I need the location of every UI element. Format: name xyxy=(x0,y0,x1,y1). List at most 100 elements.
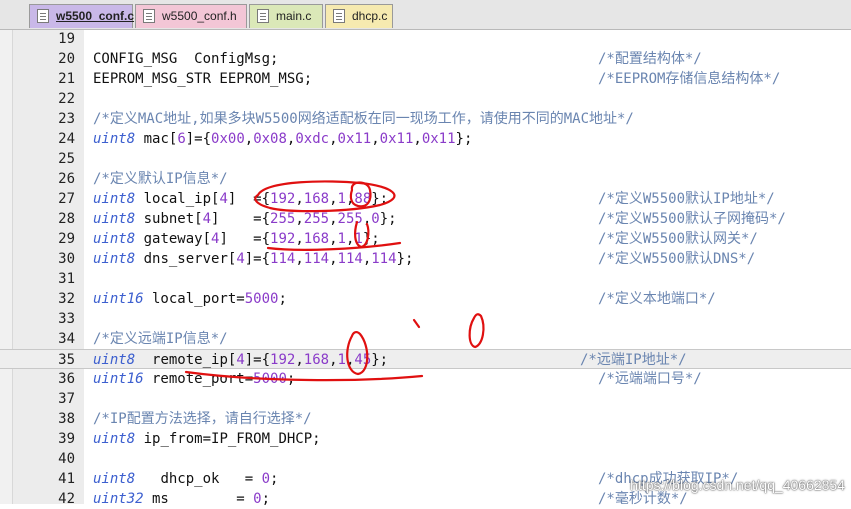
keyword: uint8 xyxy=(93,131,136,147)
tab-main-c[interactable]: main.c xyxy=(249,4,323,28)
line-number: 38 xyxy=(58,411,75,427)
identifier: ; xyxy=(278,291,287,307)
code-line[interactable]: 27 uint8 local_ip[4] ={192,168,1,88};/*定义… xyxy=(0,189,851,209)
watermark: https://blog.csdn.net/qq_40662854 xyxy=(630,477,845,493)
line-number: 22 xyxy=(58,91,75,107)
line-number: 42 xyxy=(58,491,75,507)
number-literal: 114 xyxy=(303,251,330,267)
trailing-comment: /*定义W5500默认IP地址*/ xyxy=(598,191,775,207)
comment: /*IP配置方法选择，请自行选择*/ xyxy=(93,411,312,427)
identifier: remote_port= xyxy=(143,371,254,387)
line-number: 31 xyxy=(58,271,75,287)
code-line[interactable]: 40 xyxy=(0,449,851,469)
trailing-comment: /*定义W5500默认DNS*/ xyxy=(598,251,756,267)
comment: /*定义默认IP信息*/ xyxy=(93,171,228,187)
number-literal: 88 xyxy=(354,191,372,207)
number-literal: 168 xyxy=(303,352,330,368)
code-line[interactable]: 22 xyxy=(0,89,851,109)
code-line[interactable]: 21 EEPROM_MSG_STR EEPROM_MSG; /*EEPROM存储信息… xyxy=(0,69,851,89)
identifier: }; xyxy=(455,131,473,147)
identifier: ; xyxy=(261,491,271,507)
identifier: remote_ip[ xyxy=(135,352,237,368)
tab-label: w5500_conf.h xyxy=(162,9,237,23)
code-text: uint8 remote_ip[4]={192,168,1,45}; xyxy=(93,350,388,370)
identifier: , xyxy=(295,211,304,227)
code-line[interactable]: 36 uint16 remote_port=5000; /*远端端口号*/ xyxy=(0,369,851,389)
line-number: 30 xyxy=(58,251,75,267)
line-number: 25 xyxy=(58,151,75,167)
number-literal: 0 xyxy=(253,491,262,507)
tab-dhcp-c[interactable]: dhcp.c xyxy=(325,4,393,28)
tab-label: main.c xyxy=(276,9,312,23)
identifier: ; xyxy=(286,371,296,387)
number-literal: 192 xyxy=(270,191,296,207)
tab-w5500-conf-h[interactable]: w5500_conf.h xyxy=(135,4,247,28)
identifier: , xyxy=(244,131,254,147)
keyword: uint8 xyxy=(93,231,136,247)
identifier: , xyxy=(295,191,304,207)
number-literal: 1 xyxy=(354,231,363,247)
number-literal: 0xdc xyxy=(295,131,330,147)
line-number: 29 xyxy=(58,231,75,247)
line-number: 23 xyxy=(58,111,75,127)
identifier: ]={ xyxy=(244,251,271,267)
identifier: dns_server[ xyxy=(135,251,237,267)
identifier: ] ={ xyxy=(219,231,271,247)
tab-w5500-conf-c[interactable]: w5500_conf.c xyxy=(29,4,135,28)
number-literal: 4 xyxy=(202,211,212,227)
identifier: , xyxy=(295,352,304,368)
trailing-comment: /*EEPROM存储信息结构体*/ xyxy=(598,71,781,87)
code-line[interactable]: 35 uint8 remote_ip[4]={192,168,1,45};/*远端… xyxy=(0,349,851,369)
file-icon xyxy=(143,9,155,23)
code-line[interactable]: 19 xyxy=(0,29,851,49)
code-line[interactable]: 32 uint16 local_port=5000; /*定义本地端口*/ xyxy=(0,289,851,309)
number-literal: 1 xyxy=(337,191,346,207)
number-literal: 1 xyxy=(337,352,346,368)
identifier: dhcp_ok = xyxy=(135,471,262,487)
identifier: , xyxy=(295,231,304,247)
line-number: 19 xyxy=(58,31,75,47)
code-line[interactable]: 20 CONFIG_MSG ConfigMsg; /*配置结构体*/ xyxy=(0,49,851,69)
number-literal: 168 xyxy=(303,231,330,247)
tab-label: w5500_conf.c xyxy=(56,9,135,23)
code-text: /*定义MAC地址,如果多块W5500网络适配板在同一现场工作，请使用不同的MA… xyxy=(93,109,634,129)
code-line[interactable]: 29 uint8 gateway[4] ={192,168,1,1};/*定义W5… xyxy=(0,229,851,249)
code-line[interactable]: 30 uint8 dns_server[4]={114,114,114,114};… xyxy=(0,249,851,269)
keyword: uint16 xyxy=(93,371,144,387)
code-line[interactable]: 39 uint8 ip_from=IP_FROM_DHCP; xyxy=(0,429,851,449)
number-literal: 255 xyxy=(303,211,330,227)
code-text: uint8 local_ip[4] ={192,168,1,88}; xyxy=(93,189,388,209)
code-line[interactable]: 23 /*定义MAC地址,如果多块W5500网络适配板在同一现场工作，请使用不同的… xyxy=(0,109,851,129)
number-literal: 0x00 xyxy=(211,131,245,147)
line-number: 21 xyxy=(58,71,75,87)
code-line[interactable]: 31 xyxy=(0,269,851,289)
code-line[interactable]: 26 /*定义默认IP信息*/ xyxy=(0,169,851,189)
trailing-comment: /*配置结构体*/ xyxy=(598,51,702,67)
code-line[interactable]: 33 xyxy=(0,309,851,329)
identifier: , xyxy=(413,131,422,147)
trailing-comment: /*远端端口号*/ xyxy=(598,371,702,387)
number-literal: 0 xyxy=(261,471,271,487)
identifier: ms = xyxy=(143,491,254,507)
number-literal: 0x08 xyxy=(253,131,287,147)
identifier: }; xyxy=(371,191,389,207)
code-line[interactable]: 25 xyxy=(0,149,851,169)
line-number: 40 xyxy=(58,451,75,467)
code-text: uint32 ms = 0; xyxy=(93,489,270,509)
code-line[interactable]: 28 uint8 subnet[4] ={255,255,255,0};/*定义W… xyxy=(0,209,851,229)
identifier: , xyxy=(329,352,338,368)
identifier: CONFIG_MSG ConfigMsg; xyxy=(93,51,279,67)
code-line[interactable]: 37 xyxy=(0,389,851,409)
keyword: uint32 xyxy=(93,491,144,507)
code-line[interactable]: 38 /*IP配置方法选择，请自行选择*/ xyxy=(0,409,851,429)
code-line[interactable]: 34 /*定义远端IP信息*/ xyxy=(0,329,851,349)
number-literal: 45 xyxy=(354,352,372,368)
code-text: uint16 local_port=5000; xyxy=(93,289,287,309)
line-number: 32 xyxy=(58,291,75,307)
tab-label: dhcp.c xyxy=(352,9,388,23)
number-literal: 0x11 xyxy=(379,131,414,147)
identifier: , xyxy=(329,131,338,147)
identifier: mac[ xyxy=(135,131,178,147)
identifier: local_ip[ xyxy=(135,191,220,207)
code-line[interactable]: 24 uint8 mac[6]={0x00,0x08,0xdc,0x11,0x11… xyxy=(0,129,851,149)
